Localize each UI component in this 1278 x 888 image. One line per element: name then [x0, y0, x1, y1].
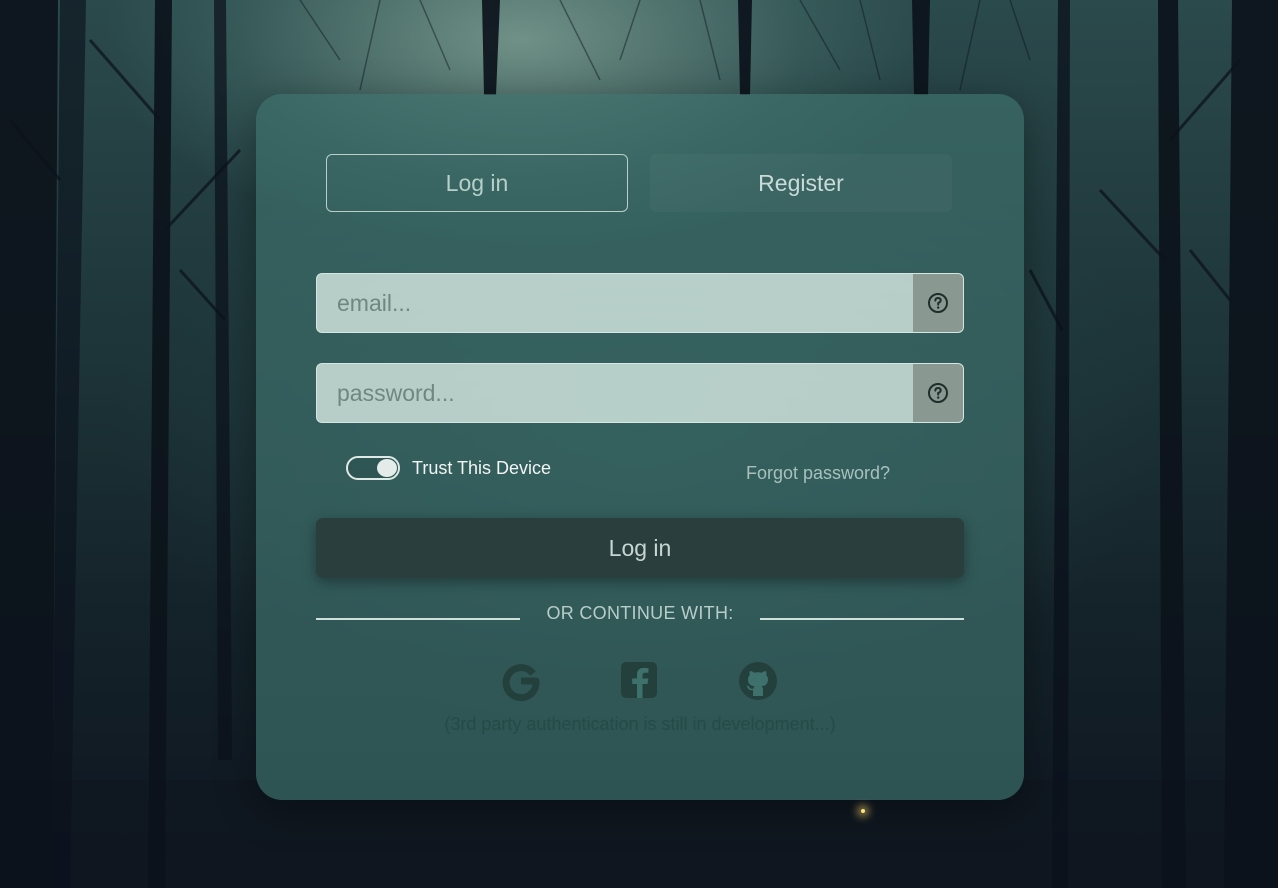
- trust-device-toggle[interactable]: [346, 456, 400, 480]
- question-circle-icon: [928, 293, 948, 313]
- divider-line-left: [316, 618, 520, 620]
- tab-log-in[interactable]: Log in: [326, 154, 628, 212]
- google-icon: [502, 664, 540, 702]
- github-icon: [739, 662, 777, 700]
- question-circle-icon: [928, 383, 948, 403]
- tab-register[interactable]: Register: [650, 154, 952, 212]
- github-button[interactable]: [737, 660, 779, 702]
- facebook-button[interactable]: [619, 660, 661, 702]
- email-input[interactable]: [317, 274, 913, 332]
- google-button[interactable]: [500, 660, 542, 702]
- email-field-group: [316, 273, 964, 333]
- forgot-password-link[interactable]: Forgot password?: [746, 463, 890, 484]
- password-input[interactable]: [317, 364, 913, 422]
- password-field-group: [316, 363, 964, 423]
- log-in-button[interactable]: Log in: [316, 518, 964, 578]
- firefly-glow: [861, 809, 865, 813]
- email-help-button[interactable]: [913, 274, 963, 332]
- divider-label: OR CONTINUE WITH:: [546, 603, 734, 623]
- divider-line-right: [760, 618, 964, 620]
- third-party-note: (3rd party authentication is still in de…: [444, 714, 836, 734]
- toggle-knob: [377, 459, 397, 477]
- facebook-icon: [621, 662, 657, 698]
- login-card: Log in Register Trust This Device Forgot…: [256, 94, 1024, 800]
- trust-device-label: Trust This Device: [412, 458, 552, 478]
- password-help-button[interactable]: [913, 364, 963, 422]
